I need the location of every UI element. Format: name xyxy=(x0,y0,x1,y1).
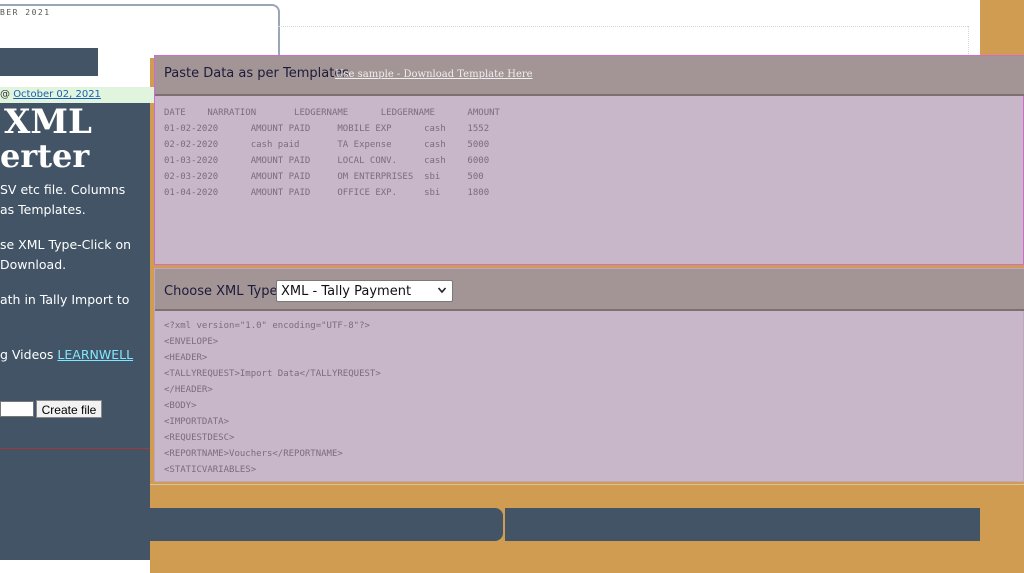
posted-line: @ October 02, 2021 xyxy=(0,87,154,103)
nav-block xyxy=(0,48,98,76)
xml-type-select[interactable]: XML - Tally Payment xyxy=(276,280,453,302)
posted-prefix: @ xyxy=(0,89,14,100)
xml-type-label: Choose XML Type - xyxy=(164,284,287,299)
paste-data-title: Paste Data as per Templates xyxy=(164,66,350,81)
chevron-down-icon xyxy=(437,287,447,294)
instruction-text: ath in Tally Import to xyxy=(0,292,130,307)
sidebar-title-line2: erter xyxy=(0,137,90,175)
paste-data-textarea[interactable]: DATE NARRATION LEDGERNAME LEDGERNAME AMO… xyxy=(164,105,1004,255)
videos-prefix: g Videos xyxy=(0,347,58,362)
divider xyxy=(0,448,150,449)
divider xyxy=(968,26,969,56)
sidebar-footer xyxy=(0,541,149,560)
posted-date-link[interactable]: October 02, 2021 xyxy=(13,89,101,100)
instruction-text: as Templates. xyxy=(0,202,86,217)
videos-line: g Videos LEARNWELL xyxy=(0,345,133,365)
instruction-text: SV etc file. Columns xyxy=(0,182,126,197)
footer-bar-right xyxy=(505,508,980,541)
footer-bar-left xyxy=(0,508,503,541)
download-template-link[interactable]: Use sample - Download Template Here xyxy=(335,69,533,80)
filename-input[interactable] xyxy=(0,401,34,417)
xml-output-textarea[interactable]: <?xml version="1.0" encoding="UTF-8"?> <… xyxy=(164,318,1004,478)
post-date-header: BER 2021 xyxy=(0,8,51,17)
create-file-button[interactable]: Create file xyxy=(36,400,102,418)
sidebar-title-line1: XML xyxy=(4,102,92,142)
instruction-text: se XML Type-Click on xyxy=(0,237,132,252)
divider xyxy=(150,484,1024,485)
divider xyxy=(278,26,968,27)
instruction-text: Download. xyxy=(0,257,67,272)
learnwell-link[interactable]: LEARNWELL xyxy=(57,347,133,362)
